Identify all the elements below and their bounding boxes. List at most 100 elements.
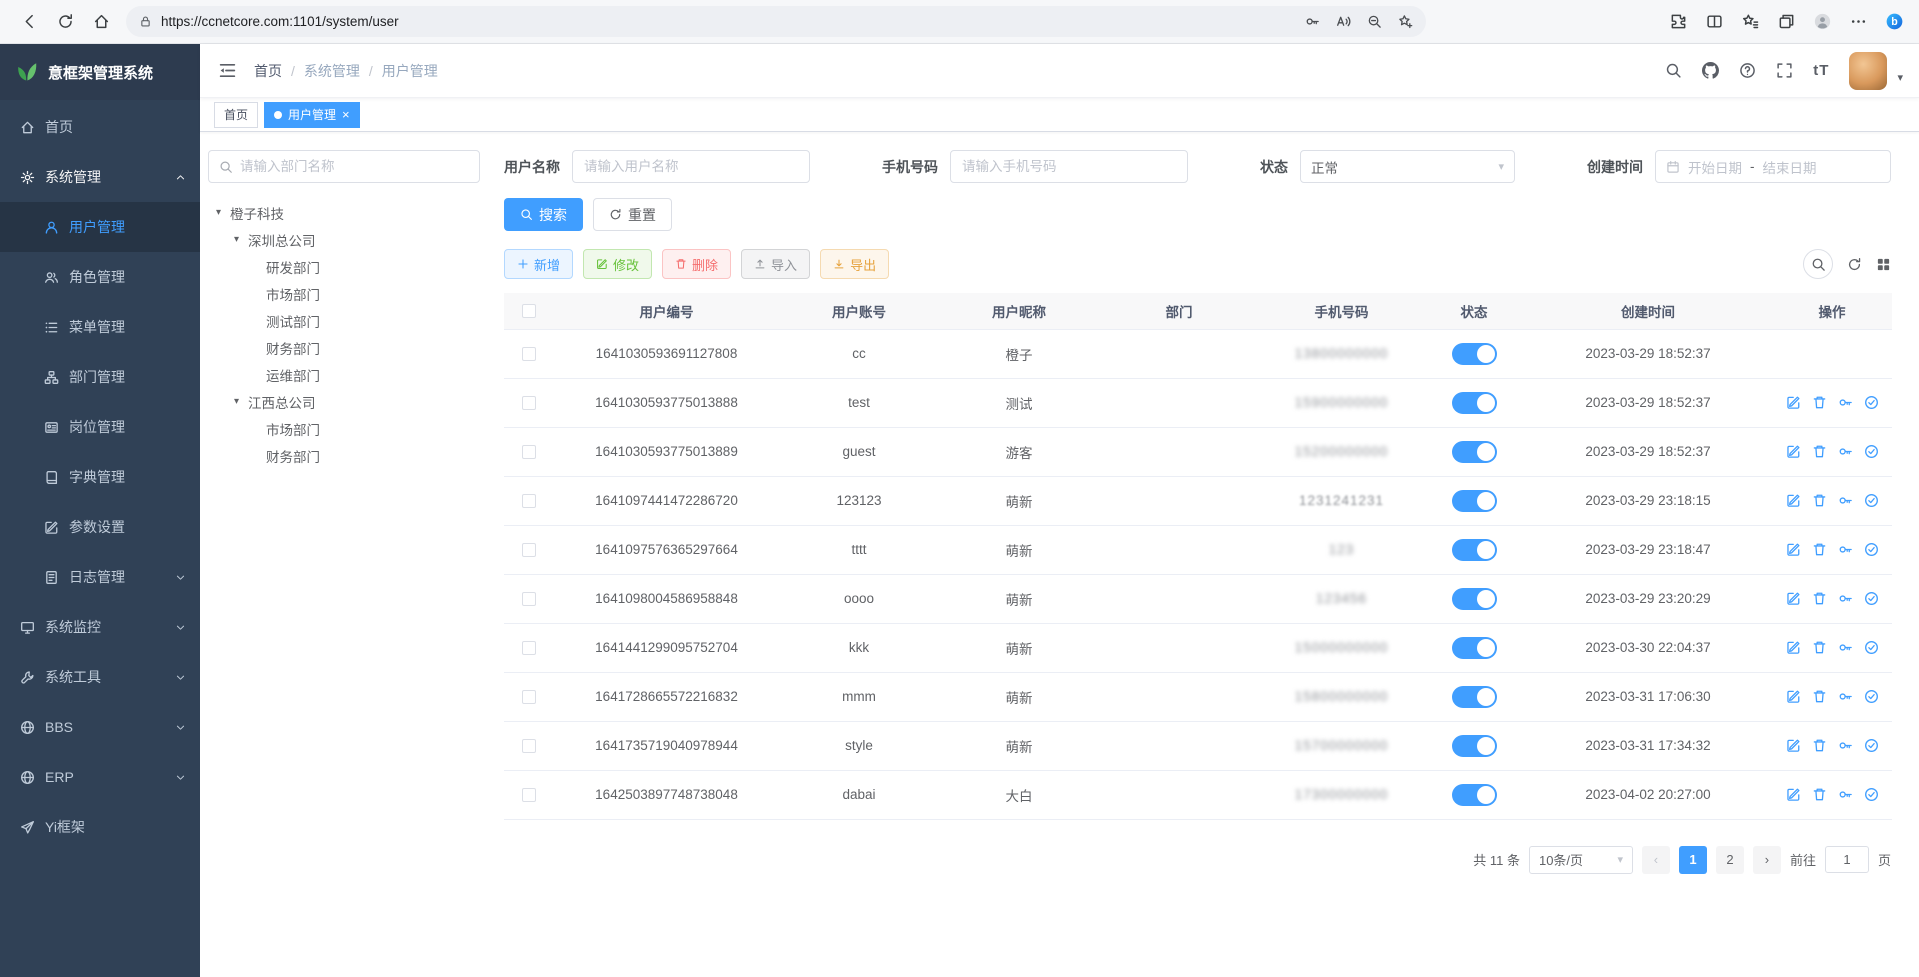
- sidebar-item[interactable]: 菜单管理: [0, 302, 200, 352]
- delete-button[interactable]: 删除: [662, 249, 731, 279]
- back-icon[interactable]: [12, 5, 46, 39]
- assign-role-icon[interactable]: [1864, 493, 1879, 508]
- tree-node[interactable]: 市场部门: [208, 280, 480, 307]
- department-search[interactable]: [208, 150, 480, 183]
- edit-action-icon[interactable]: [1786, 493, 1801, 508]
- select-all-checkbox[interactable]: [522, 304, 536, 318]
- caret-down-icon[interactable]: ▾: [212, 207, 225, 218]
- split-screen-icon[interactable]: [1706, 13, 1723, 30]
- breadcrumb-item[interactable]: 首页: [254, 61, 282, 81]
- row-checkbox[interactable]: [522, 690, 536, 704]
- next-page-button[interactable]: ›: [1753, 846, 1781, 874]
- profile-icon[interactable]: [1814, 13, 1831, 30]
- refresh-table-icon[interactable]: [1847, 257, 1862, 272]
- sidebar-item[interactable]: 系统工具: [0, 652, 200, 702]
- edit-action-icon[interactable]: [1786, 542, 1801, 557]
- sidebar-item[interactable]: 岗位管理: [0, 402, 200, 452]
- phone-input[interactable]: [950, 150, 1188, 183]
- sidebar-item[interactable]: 系统管理: [0, 152, 200, 202]
- row-checkbox[interactable]: [522, 739, 536, 753]
- edit-action-icon[interactable]: [1786, 640, 1801, 655]
- tree-node[interactable]: ▾深圳总公司: [208, 226, 480, 253]
- status-toggle[interactable]: [1452, 637, 1497, 659]
- delete-action-icon[interactable]: [1812, 738, 1827, 753]
- extensions-icon[interactable]: [1670, 13, 1687, 30]
- edit-action-icon[interactable]: [1786, 689, 1801, 704]
- caret-down-icon[interactable]: ▾: [1897, 71, 1903, 90]
- delete-action-icon[interactable]: [1812, 395, 1827, 410]
- sidebar-item[interactable]: 角色管理: [0, 252, 200, 302]
- toggle-search-icon[interactable]: [1803, 249, 1833, 279]
- collections-icon[interactable]: [1778, 13, 1795, 30]
- delete-action-icon[interactable]: [1812, 689, 1827, 704]
- github-icon[interactable]: [1702, 62, 1719, 79]
- more-icon[interactable]: [1850, 13, 1867, 30]
- url-text[interactable]: https://ccnetcore.com:1101/system/user: [161, 14, 399, 29]
- assign-role-icon[interactable]: [1864, 787, 1879, 802]
- sidebar-item[interactable]: BBS: [0, 702, 200, 752]
- page-size-select[interactable]: 10条/页 ▾: [1529, 846, 1633, 874]
- delete-action-icon[interactable]: [1812, 444, 1827, 459]
- row-checkbox[interactable]: [522, 494, 536, 508]
- search-button[interactable]: 搜索: [504, 198, 583, 231]
- export-button[interactable]: 导出: [820, 249, 889, 279]
- reset-button[interactable]: 重置: [593, 198, 672, 231]
- reset-password-icon[interactable]: [1838, 689, 1853, 704]
- user-avatar[interactable]: [1849, 52, 1887, 90]
- row-checkbox[interactable]: [522, 788, 536, 802]
- help-icon[interactable]: [1739, 62, 1756, 79]
- edit-action-icon[interactable]: [1786, 591, 1801, 606]
- tree-node[interactable]: ▾橙子科技: [208, 199, 480, 226]
- prev-page-button[interactable]: ‹: [1642, 846, 1670, 874]
- delete-action-icon[interactable]: [1812, 640, 1827, 655]
- favorites-icon[interactable]: [1742, 13, 1759, 30]
- sidebar-toggle-icon[interactable]: [200, 44, 254, 98]
- reset-password-icon[interactable]: [1838, 493, 1853, 508]
- row-checkbox[interactable]: [522, 347, 536, 361]
- sidebar-item[interactable]: 用户管理: [0, 202, 200, 252]
- tree-node[interactable]: 研发部门: [208, 253, 480, 280]
- assign-role-icon[interactable]: [1864, 689, 1879, 704]
- status-select[interactable]: 正常 ▾: [1300, 150, 1515, 183]
- username-input[interactable]: [572, 150, 810, 183]
- assign-role-icon[interactable]: [1864, 542, 1879, 557]
- read-aloud-icon[interactable]: [1336, 14, 1351, 29]
- page-button-1[interactable]: 1: [1679, 846, 1707, 874]
- delete-action-icon[interactable]: [1812, 542, 1827, 557]
- reset-password-icon[interactable]: [1838, 395, 1853, 410]
- assign-role-icon[interactable]: [1864, 591, 1879, 606]
- row-checkbox[interactable]: [522, 445, 536, 459]
- reset-password-icon[interactable]: [1838, 444, 1853, 459]
- add-button[interactable]: 新增: [504, 249, 573, 279]
- caret-down-icon[interactable]: ▾: [230, 234, 243, 245]
- row-checkbox[interactable]: [522, 543, 536, 557]
- assign-role-icon[interactable]: [1864, 444, 1879, 459]
- tab-首页[interactable]: 首页: [214, 102, 258, 128]
- status-toggle[interactable]: [1452, 441, 1497, 463]
- status-toggle[interactable]: [1452, 686, 1497, 708]
- sidebar-item[interactable]: 首页: [0, 102, 200, 152]
- delete-action-icon[interactable]: [1812, 787, 1827, 802]
- refresh-icon[interactable]: [48, 5, 82, 39]
- app-logo[interactable]: 意框架管理系统: [0, 44, 200, 100]
- row-checkbox[interactable]: [522, 592, 536, 606]
- caret-down-icon[interactable]: ▾: [230, 396, 243, 407]
- home-icon[interactable]: [84, 5, 118, 39]
- tree-node[interactable]: 财务部门: [208, 442, 480, 469]
- status-toggle[interactable]: [1452, 784, 1497, 806]
- status-toggle[interactable]: [1452, 392, 1497, 414]
- font-size-icon[interactable]: tT: [1813, 62, 1829, 79]
- sidebar-item[interactable]: 系统监控: [0, 602, 200, 652]
- department-search-input[interactable]: [240, 159, 469, 174]
- date-range-picker[interactable]: 开始日期 - 结束日期: [1655, 150, 1891, 183]
- page-button-2[interactable]: 2: [1716, 846, 1744, 874]
- tab-用户管理[interactable]: 用户管理×: [264, 102, 360, 128]
- status-toggle[interactable]: [1452, 490, 1497, 512]
- tree-node[interactable]: 市场部门: [208, 415, 480, 442]
- tree-node[interactable]: ▾江西总公司: [208, 388, 480, 415]
- key-icon[interactable]: [1305, 14, 1320, 29]
- reset-password-icon[interactable]: [1838, 591, 1853, 606]
- row-checkbox[interactable]: [522, 641, 536, 655]
- fullscreen-icon[interactable]: [1776, 62, 1793, 79]
- close-icon[interactable]: ×: [342, 108, 350, 121]
